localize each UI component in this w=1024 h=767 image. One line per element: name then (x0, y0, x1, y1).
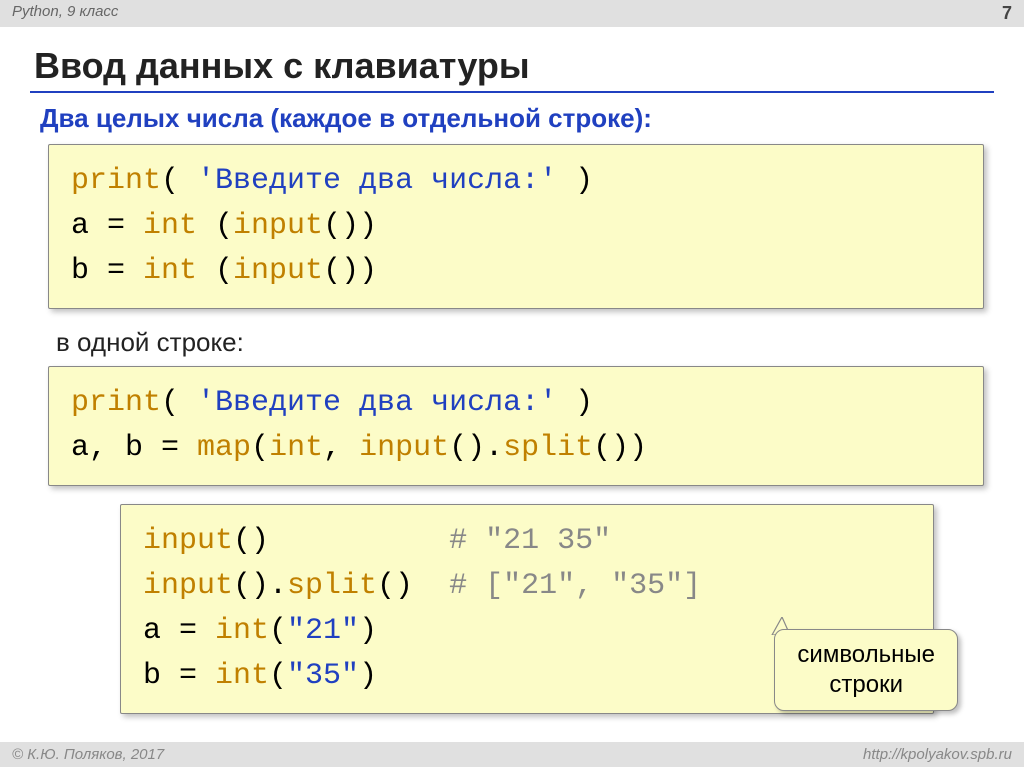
callout-box: символьные строки (774, 629, 958, 711)
callout-line1: символьные (797, 640, 935, 670)
note-one-line: в одной строке: (56, 327, 994, 358)
callout-line2: строки (797, 670, 935, 700)
slide-header: Python, 9 класс 7 (0, 0, 1024, 27)
header-left: Python, 9 класс (12, 3, 118, 24)
slide-footer: © К.Ю. Поляков, 2017 http://kpolyakov.sp… (0, 742, 1024, 767)
slide-title: Ввод данных с клавиатуры (34, 45, 994, 87)
page-number: 7 (1002, 3, 1012, 24)
title-underline (30, 91, 994, 93)
footer-url: http://kpolyakov.spb.ru (863, 746, 1012, 763)
code-block-2: print( 'Введите два числа:' ) a, b = map… (48, 366, 984, 486)
code-block-1: print( 'Введите два числа:' ) a = int (i… (48, 144, 984, 309)
subtitle: Два целых числа (каждое в отдельной стро… (40, 103, 994, 134)
footer-copyright: © К.Ю. Поляков, 2017 (12, 746, 164, 763)
